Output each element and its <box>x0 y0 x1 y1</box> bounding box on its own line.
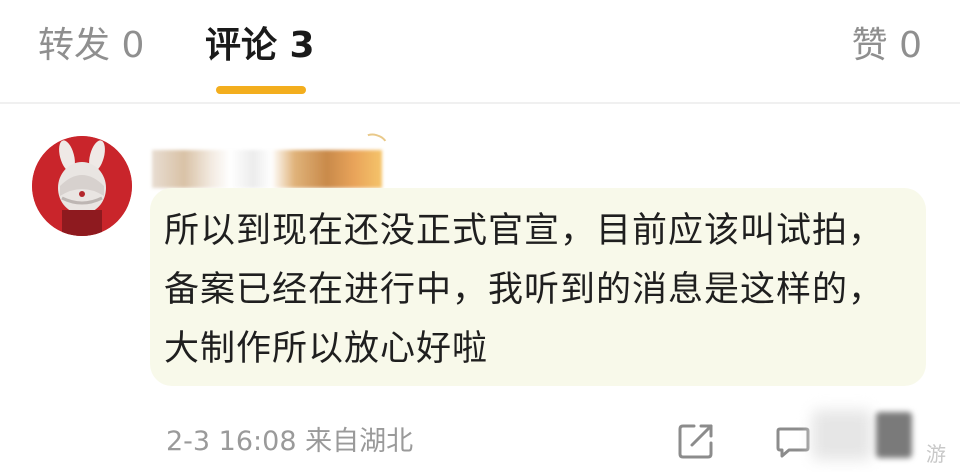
username-blurred[interactable] <box>152 150 382 188</box>
share-icon <box>678 424 713 459</box>
reply-button[interactable] <box>775 424 811 460</box>
blurred-action-area <box>812 410 872 460</box>
share-button[interactable] <box>677 422 715 460</box>
tabs-divider <box>0 102 960 104</box>
comment-text: 所以到现在还没正式官宣，目前应该叫试拍，备案已经在进行中，我听到的消息是这样的，… <box>164 211 885 369</box>
blurred-like-icon[interactable] <box>876 412 912 458</box>
tab-like[interactable]: 赞 0 <box>852 22 922 70</box>
watermark: 游 <box>926 442 946 466</box>
avatar[interactable] <box>32 136 132 236</box>
avatar-image <box>32 136 132 236</box>
reply-icon <box>776 427 810 458</box>
comment-tabs: 转发 0 评论 3 赞 0 <box>0 0 960 102</box>
active-tab-indicator <box>216 86 306 94</box>
tab-comment[interactable]: 评论 3 <box>205 22 315 70</box>
comment-meta: 2-3 16:08 来自湖北 <box>166 426 414 457</box>
tab-repost[interactable]: 转发 0 <box>38 22 144 70</box>
